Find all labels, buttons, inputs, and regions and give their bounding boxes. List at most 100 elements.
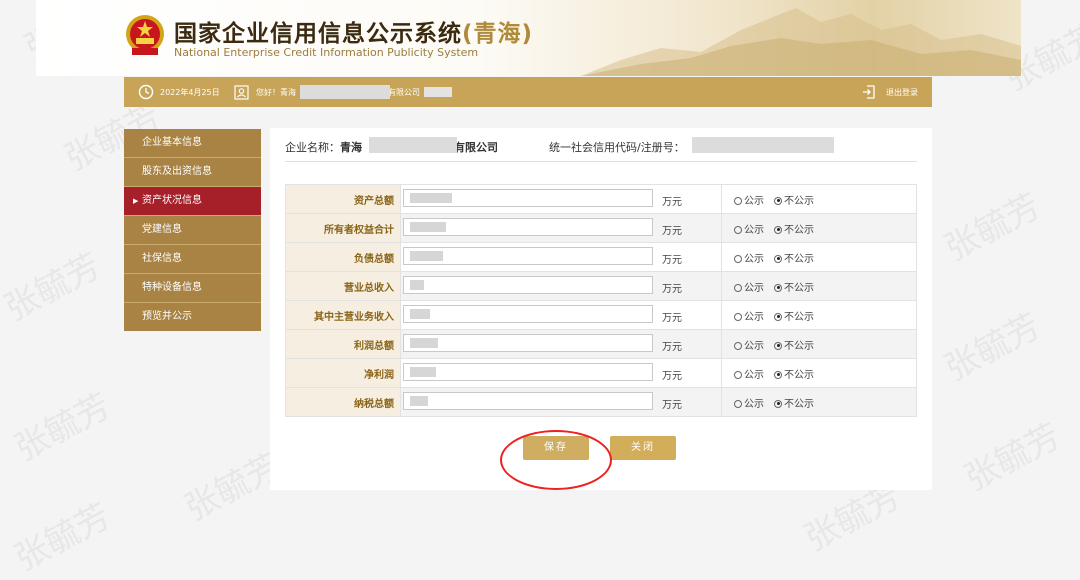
public-option[interactable]: 公示 bbox=[734, 196, 764, 207]
private-label: 不公示 bbox=[784, 398, 814, 410]
radio-private[interactable] bbox=[774, 399, 782, 408]
public-option[interactable]: 公示 bbox=[734, 341, 764, 352]
sidebar-item-label: 社保信息 bbox=[142, 253, 182, 264]
public-option[interactable]: 公示 bbox=[734, 399, 764, 410]
sidebar-item-label: 资产状况信息 bbox=[142, 195, 202, 206]
radio-public[interactable] bbox=[734, 254, 742, 263]
watermark-text: 张毓芳 bbox=[0, 245, 108, 330]
sidebar-item-preview-publish[interactable]: 预览并公示 bbox=[124, 303, 261, 331]
radio-public[interactable] bbox=[734, 225, 742, 234]
private-option[interactable]: 不公示 bbox=[774, 196, 814, 207]
private-option[interactable]: 不公示 bbox=[774, 312, 814, 323]
table-row: 营业总收入 万元 公示 不公示 bbox=[285, 271, 917, 301]
private-option[interactable]: 不公示 bbox=[774, 370, 814, 381]
field-cell: 万元 bbox=[400, 271, 722, 301]
radio-public[interactable] bbox=[734, 283, 742, 292]
public-label: 公示 bbox=[744, 369, 764, 381]
unit-label: 万元 bbox=[662, 400, 682, 411]
sidebar-item-party[interactable]: 党建信息 bbox=[124, 216, 261, 245]
private-label: 不公示 bbox=[784, 253, 814, 265]
redaction-block bbox=[424, 87, 452, 97]
amount-input[interactable] bbox=[403, 363, 653, 381]
sidebar-nav: 企业基本信息 股东及出资信息 ▶ 资产状况信息 党建信息 社保信息 特种设备信息 … bbox=[124, 129, 261, 331]
private-label: 不公示 bbox=[784, 224, 814, 236]
sidebar-item-assets[interactable]: ▶ 资产状况信息 bbox=[124, 187, 261, 216]
unit-label: 万元 bbox=[662, 197, 682, 208]
publicity-cell: 公示 不公示 bbox=[721, 242, 917, 272]
radio-private[interactable] bbox=[774, 312, 782, 321]
private-option[interactable]: 不公示 bbox=[774, 283, 814, 294]
private-option[interactable]: 不公示 bbox=[774, 254, 814, 265]
save-button[interactable]: 保存 bbox=[523, 436, 589, 460]
amount-input[interactable] bbox=[403, 218, 653, 236]
sidebar-item-label: 党建信息 bbox=[142, 224, 182, 235]
redaction-block bbox=[410, 251, 443, 261]
private-option[interactable]: 不公示 bbox=[774, 399, 814, 410]
redaction-block bbox=[410, 280, 424, 290]
public-option[interactable]: 公示 bbox=[734, 225, 764, 236]
private-label: 不公示 bbox=[784, 195, 814, 207]
site-title-main: 国家企业信用信息公示系统 bbox=[174, 21, 462, 47]
amount-input[interactable] bbox=[403, 392, 653, 410]
table-row: 纳税总额 万元 公示 不公示 bbox=[285, 387, 917, 417]
private-label: 不公示 bbox=[784, 369, 814, 381]
amount-input[interactable] bbox=[403, 189, 653, 207]
amount-input[interactable] bbox=[403, 247, 653, 265]
redaction-block bbox=[410, 338, 438, 348]
public-label: 公示 bbox=[744, 224, 764, 236]
radio-public[interactable] bbox=[734, 312, 742, 321]
table-row: 其中主营业务收入 万元 公示 不公示 bbox=[285, 300, 917, 330]
amount-input[interactable] bbox=[403, 334, 653, 352]
redaction-block bbox=[410, 222, 446, 232]
redaction-block bbox=[369, 137, 457, 153]
sidebar-item-basic-info[interactable]: 企业基本信息 bbox=[124, 129, 261, 158]
radio-private[interactable] bbox=[774, 225, 782, 234]
radio-private[interactable] bbox=[774, 341, 782, 350]
sidebar-item-social-security[interactable]: 社保信息 bbox=[124, 245, 261, 274]
unit-label: 万元 bbox=[662, 255, 682, 266]
radio-private[interactable] bbox=[774, 254, 782, 263]
caret-right-icon: ▶ bbox=[133, 197, 139, 205]
public-option[interactable]: 公示 bbox=[734, 312, 764, 323]
radio-private[interactable] bbox=[774, 370, 782, 379]
table-row: 所有者权益合计 万元 公示 不公示 bbox=[285, 213, 917, 243]
public-option[interactable]: 公示 bbox=[734, 283, 764, 294]
private-option[interactable]: 不公示 bbox=[774, 225, 814, 236]
radio-public[interactable] bbox=[734, 370, 742, 379]
redaction-block bbox=[300, 85, 390, 99]
watermark-text: 张毓芳 bbox=[958, 415, 1068, 500]
current-date: 2022年4月25日 bbox=[160, 88, 220, 97]
table-row: 利润总额 万元 公示 不公示 bbox=[285, 329, 917, 359]
radio-public[interactable] bbox=[734, 196, 742, 205]
radio-public[interactable] bbox=[734, 341, 742, 350]
unit-label: 万元 bbox=[662, 284, 682, 295]
unit-label: 万元 bbox=[662, 371, 682, 382]
radio-private[interactable] bbox=[774, 283, 782, 292]
field-label: 纳税总额 bbox=[285, 387, 401, 417]
close-button[interactable]: 关闭 bbox=[610, 436, 676, 460]
amount-input[interactable] bbox=[403, 305, 653, 323]
field-cell: 万元 bbox=[400, 358, 722, 388]
public-option[interactable]: 公示 bbox=[734, 254, 764, 265]
logout-icon[interactable] bbox=[862, 84, 876, 100]
field-cell: 万元 bbox=[400, 213, 722, 243]
publicity-cell: 公示 不公示 bbox=[721, 213, 917, 243]
sidebar-item-label: 股东及出资信息 bbox=[142, 166, 212, 177]
radio-public[interactable] bbox=[734, 399, 742, 408]
sidebar-item-label: 预览并公示 bbox=[142, 311, 192, 322]
field-label: 净利润 bbox=[285, 358, 401, 388]
sidebar-item-special-equipment[interactable]: 特种设备信息 bbox=[124, 274, 261, 303]
public-option[interactable]: 公示 bbox=[734, 370, 764, 381]
divider bbox=[285, 161, 917, 162]
field-label: 其中主营业务收入 bbox=[285, 300, 401, 330]
field-label: 营业总收入 bbox=[285, 271, 401, 301]
top-bar: 2022年4月25日 您好！青海 有限公司 退出登录 bbox=[124, 77, 932, 107]
radio-private[interactable] bbox=[774, 196, 782, 205]
unit-label: 万元 bbox=[662, 313, 682, 324]
sidebar-item-shareholders[interactable]: 股东及出资信息 bbox=[124, 158, 261, 187]
amount-input[interactable] bbox=[403, 276, 653, 294]
field-label: 利润总额 bbox=[285, 329, 401, 359]
national-emblem-icon bbox=[126, 15, 164, 55]
private-option[interactable]: 不公示 bbox=[774, 341, 814, 352]
logout-link[interactable]: 退出登录 bbox=[886, 87, 918, 98]
